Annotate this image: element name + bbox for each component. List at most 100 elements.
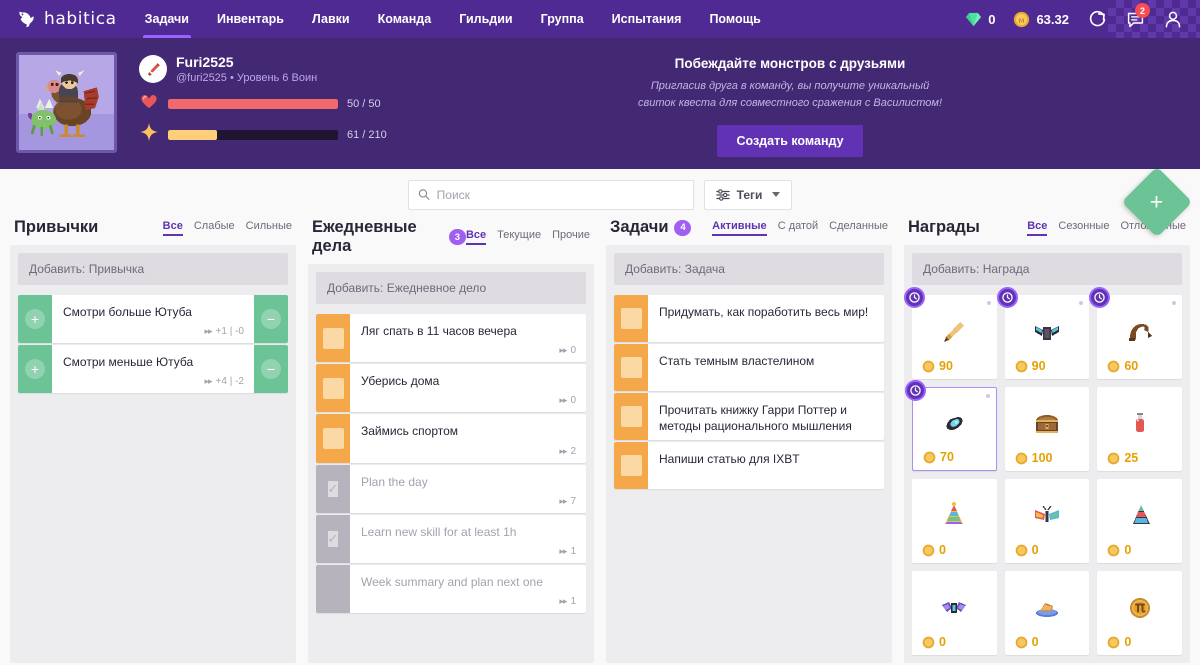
table-row[interactable]: + Смотри больше Ютуба ▸▸ +1 | -0 −	[18, 295, 288, 344]
daily-checkbox[interactable]	[316, 364, 350, 413]
habit-plus-button[interactable]: +	[18, 345, 52, 394]
table-row[interactable]: + Смотри меньше Ютуба ▸▸ +4 | -2 −	[18, 345, 288, 394]
habit-minus-button[interactable]: −	[254, 295, 288, 344]
table-row[interactable]: ✓ Plan the day ▸▸ 7	[316, 464, 586, 513]
daily-content: Ляг спать в 11 часов вечера ▸▸ 0	[350, 314, 586, 362]
brand-home-link[interactable]: habitica	[0, 0, 131, 38]
habits-filter-strong[interactable]: Сильные	[246, 220, 292, 236]
dailies-add-input[interactable]: Добавить: Ежедневное дело	[316, 272, 586, 304]
rewards-body: Добавить: Награда 90 90 60 70 100 25 0 0…	[904, 245, 1190, 663]
reward-price: 90	[1015, 359, 1046, 373]
table-row[interactable]: Ляг спать в 11 часов вечера ▸▸ 0	[316, 314, 586, 363]
gold-coin-icon	[922, 636, 935, 648]
column-rewards: Награды Все Сезонные Отложенные Добавить…	[898, 216, 1200, 663]
todo-checkbox[interactable]	[614, 344, 648, 391]
table-row[interactable]: Стать темным властелином	[614, 344, 884, 391]
habit-plus-button[interactable]: +	[18, 295, 52, 344]
rewards-filter-all[interactable]: Все	[1027, 220, 1048, 236]
table-row[interactable]: ✓ Learn new skill for at least 1h ▸▸ 1	[316, 514, 586, 563]
party-hat-icon	[938, 489, 970, 543]
todos-filter-active[interactable]: Активные	[712, 220, 767, 236]
create-party-button[interactable]: Создать команду	[717, 125, 863, 158]
dailies-filter-all[interactable]: Все	[465, 229, 487, 245]
tags-filter-label: Теги	[736, 187, 763, 202]
todo-content: Стать темным властелином	[648, 344, 884, 391]
todo-checkbox[interactable]	[614, 295, 648, 342]
list-item[interactable]: 0	[912, 571, 997, 655]
list-item[interactable]: 0	[1097, 571, 1182, 655]
todos-filters: Активные С датой Сделанные	[712, 220, 888, 236]
list-item[interactable]: 70	[905, 380, 997, 471]
health-bar	[168, 98, 338, 109]
todo-checkbox[interactable]	[614, 393, 648, 441]
search-box[interactable]	[407, 179, 694, 210]
health-bar-fill	[168, 98, 338, 109]
list-item[interactable]: 90	[904, 287, 997, 379]
reward-price: 0	[1107, 543, 1131, 557]
table-row[interactable]: Напиши статью для IXBT	[614, 442, 884, 490]
habits-filter-weak[interactable]: Слабые	[194, 220, 235, 236]
brand-name: habitica	[44, 9, 117, 29]
options-dot-icon[interactable]	[1079, 301, 1084, 305]
daily-checkbox[interactable]	[316, 414, 350, 463]
tags-filter-button[interactable]: Теги	[703, 179, 793, 210]
list-item[interactable]: 0	[1004, 479, 1090, 563]
todo-checkbox[interactable]	[614, 442, 648, 490]
table-row[interactable]: Прочитать книжку Гарри Поттер и методы р…	[614, 393, 884, 441]
sync-button[interactable]	[1078, 0, 1116, 38]
avatar[interactable]	[16, 52, 117, 153]
daily-checkbox[interactable]	[316, 564, 350, 614]
table-row[interactable]: Займись спортом ▸▸ 2	[316, 414, 586, 463]
rewards-add-input[interactable]: Добавить: Награда	[912, 253, 1182, 285]
daily-checkbox[interactable]: ✓	[316, 514, 350, 563]
options-dot-icon[interactable]	[986, 301, 991, 305]
reward-price: 0	[1015, 543, 1039, 557]
list-item[interactable]: 60	[1089, 287, 1182, 379]
nav-item-inventory[interactable]: Инвентарь	[203, 0, 298, 38]
list-item[interactable]: 0	[1004, 571, 1090, 655]
rewards-filter-seasonal[interactable]: Сезонные	[1058, 220, 1109, 236]
daily-checkbox[interactable]	[316, 314, 350, 363]
nav-item-party[interactable]: Команда	[364, 0, 446, 38]
options-dot-icon[interactable]	[1171, 301, 1176, 305]
gold-counter[interactable]: м 63.32	[1004, 11, 1078, 28]
options-dot-icon[interactable]	[985, 394, 990, 398]
list-item[interactable]: 100	[1004, 387, 1090, 471]
todos-filter-done[interactable]: Сделанные	[829, 220, 888, 236]
todos-add-input[interactable]: Добавить: Задача	[614, 253, 884, 285]
task-meta: ▸▸ 0	[361, 395, 576, 406]
user-menu-button[interactable]	[1154, 0, 1192, 38]
reward-price: 100	[1015, 451, 1053, 465]
table-row[interactable]: Week summary and plan next one ▸▸ 1	[316, 564, 586, 614]
messages-button[interactable]: 2	[1116, 0, 1154, 38]
list-item[interactable]: 0	[1097, 479, 1182, 563]
class-badge[interactable]	[139, 55, 167, 84]
nav-item-group[interactable]: Группа	[527, 0, 598, 38]
dailies-filter-due[interactable]: Текущие	[497, 229, 541, 245]
nav-item-help[interactable]: Помощь	[695, 0, 774, 38]
profile-subtitle: @furi2525 • Уровень 6 Воин	[176, 72, 318, 85]
nav-item-tasks[interactable]: Задачи	[131, 0, 203, 38]
search-input[interactable]	[436, 187, 684, 202]
streak-icon: ▸▸	[204, 326, 213, 337]
reward-price-value: 0	[939, 543, 946, 557]
dailies-filter-other[interactable]: Прочие	[552, 229, 590, 245]
list-item[interactable]: 90	[996, 287, 1090, 379]
todos-filter-dated[interactable]: С датой	[778, 220, 818, 236]
table-row[interactable]: Придумать, как поработить весь мир!	[614, 295, 884, 342]
nav-right-cluster: 0 м 63.32 2	[956, 0, 1200, 38]
nav-item-challenges[interactable]: Испытания	[598, 0, 696, 38]
nav-item-guilds[interactable]: Гильдии	[445, 0, 526, 38]
list-item[interactable]: 25	[1097, 387, 1182, 471]
habit-minus-button[interactable]: −	[254, 345, 288, 394]
habits-filter-all[interactable]: Все	[162, 220, 184, 236]
task-counter: +4 | -2	[215, 376, 244, 388]
task-title: Смотри меньше Ютуба	[63, 355, 194, 370]
gems-counter[interactable]: 0	[956, 12, 1004, 27]
list-item[interactable]: 0	[912, 479, 997, 563]
table-row[interactable]: Уберись дома ▸▸ 0	[316, 364, 586, 413]
habits-add-input[interactable]: Добавить: Привычка	[18, 253, 288, 285]
nav-item-shops[interactable]: Лавки	[298, 0, 364, 38]
daily-checkbox[interactable]: ✓	[316, 464, 350, 513]
streak-icon: ▸▸	[559, 545, 567, 556]
